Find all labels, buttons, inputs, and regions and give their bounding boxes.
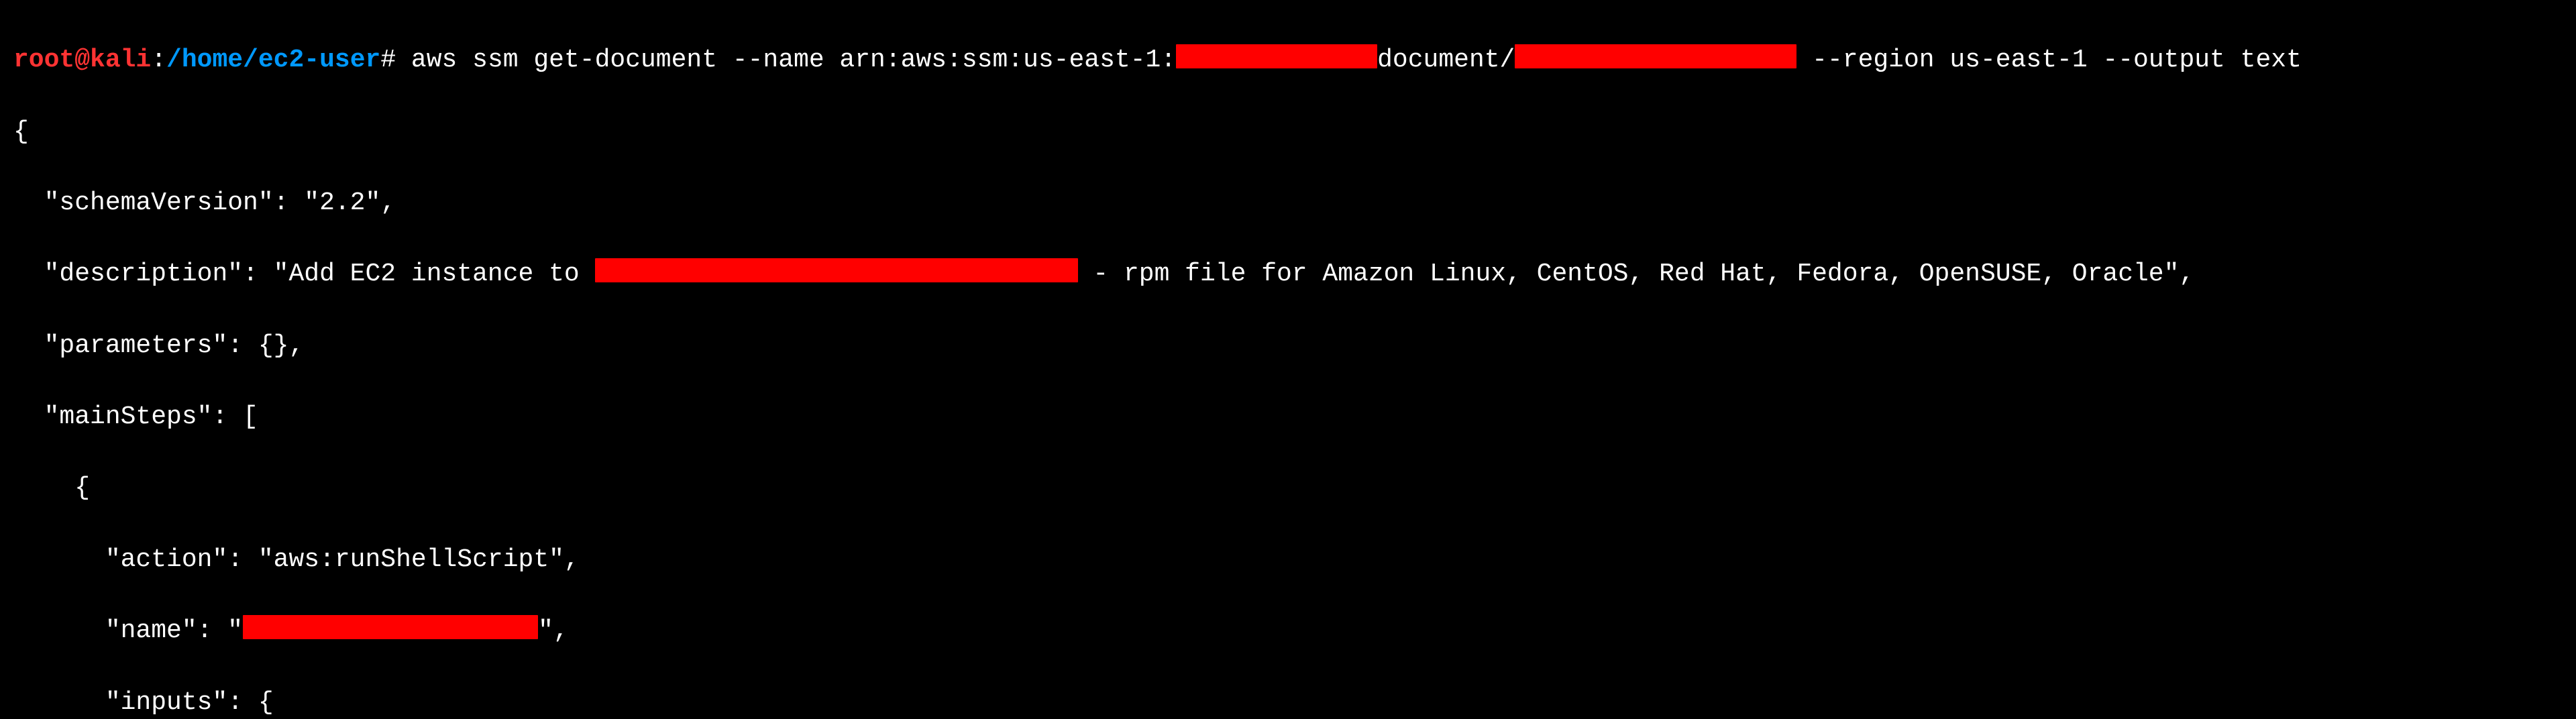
terminal-output: root@kali:/home/ec2-user# aws ssm get-do…: [0, 0, 2576, 719]
command-text-pre: aws ssm get-document --name arn:aws:ssm:…: [396, 46, 1176, 74]
prompt-hash: #: [380, 46, 396, 74]
json-line: "description": "Add EC2 instance to - rp…: [13, 256, 2563, 292]
redaction: [243, 615, 538, 639]
json-line: "name": "",: [13, 613, 2563, 649]
prompt-colon: :: [151, 46, 166, 74]
prompt-line[interactable]: root@kali:/home/ec2-user# aws ssm get-do…: [13, 42, 2563, 78]
redaction: [1515, 44, 1796, 68]
json-line: "inputs": {: [13, 685, 2563, 719]
json-line: "action": "aws:runShellScript",: [13, 542, 2563, 577]
redaction: [595, 258, 1078, 282]
json-line: {: [13, 470, 2563, 506]
command-text-post: --region us-east-1 --output text: [1796, 46, 2302, 74]
json-line: "mainSteps": [: [13, 399, 2563, 435]
json-line: "parameters": {},: [13, 328, 2563, 364]
command-text-mid: document/: [1377, 46, 1515, 74]
prompt-user: root@kali: [13, 46, 151, 74]
json-line: "schemaVersion": "2.2",: [13, 185, 2563, 221]
redaction: [1176, 44, 1377, 68]
prompt-path: /home/ec2-user: [166, 46, 380, 74]
json-line: {: [13, 114, 2563, 150]
